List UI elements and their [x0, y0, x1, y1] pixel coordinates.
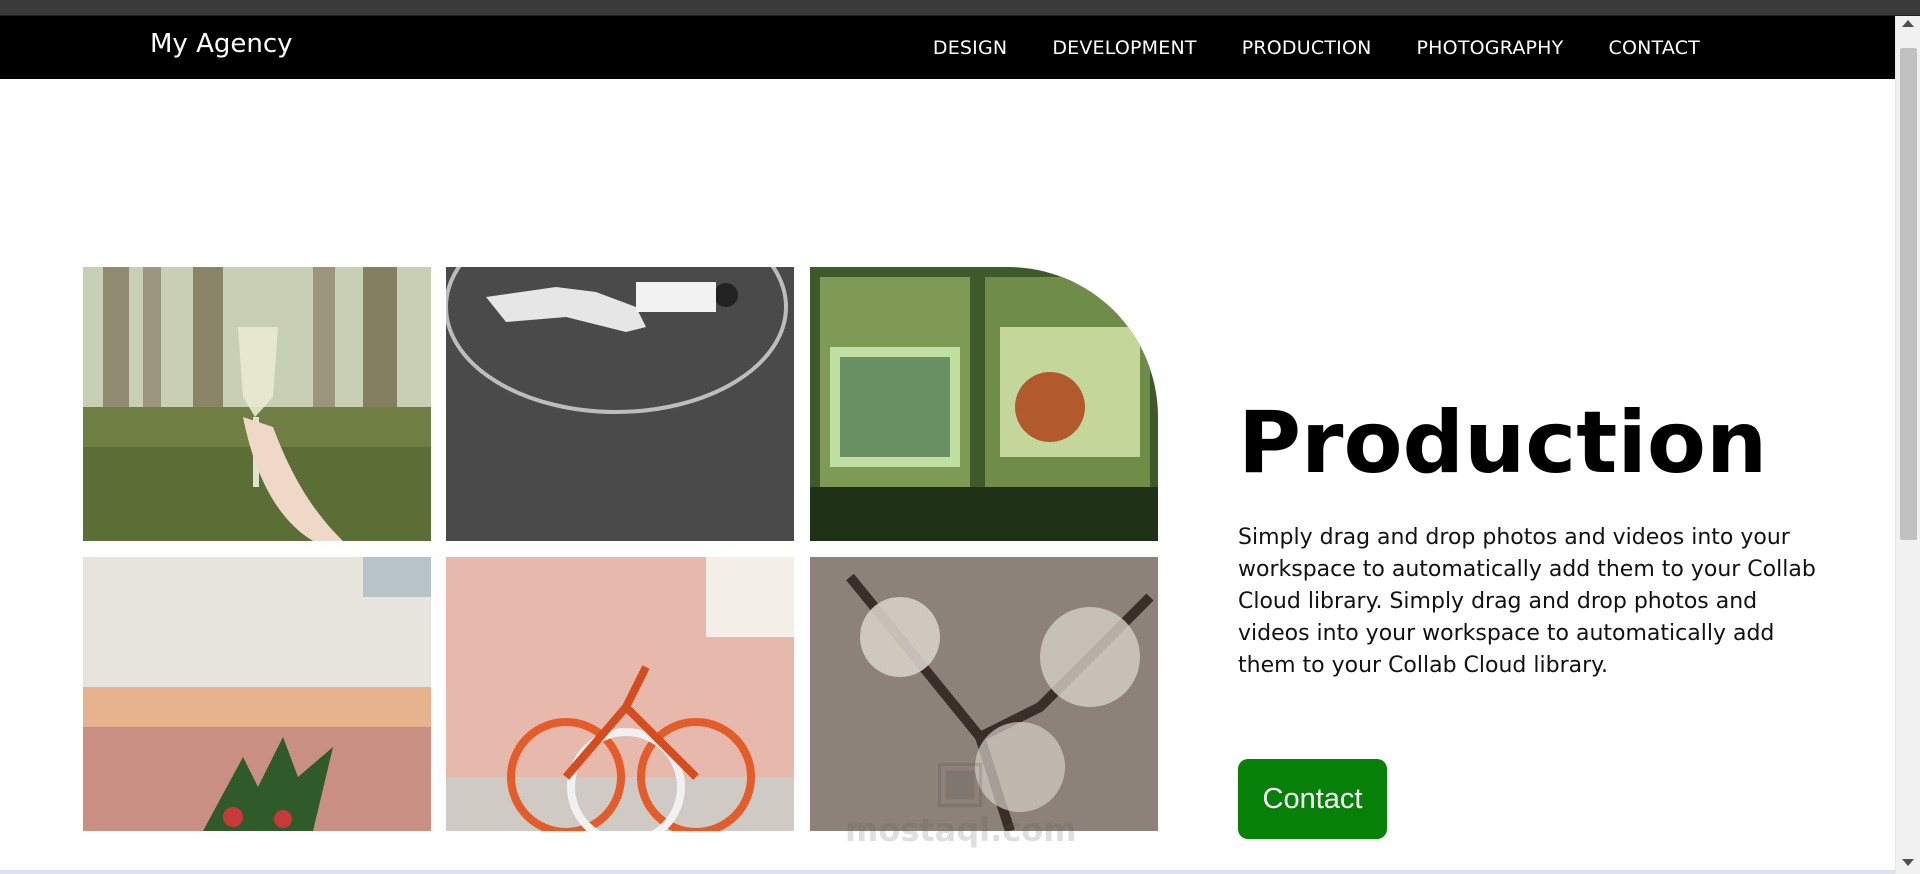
browser-top-strip — [0, 0, 1920, 16]
nav-menu: DESIGN DEVELOPMENT PRODUCTION PHOTOGRAPH… — [933, 16, 1700, 79]
page-title: Production — [1238, 392, 1768, 493]
gallery-image-bicycles — [446, 557, 794, 831]
nav-item-production[interactable]: PRODUCTION — [1242, 37, 1372, 59]
gallery-image-champagne — [83, 267, 431, 541]
brand-link[interactable]: My Agency — [150, 27, 293, 61]
bottom-border — [0, 870, 1895, 874]
nav-item-development[interactable]: DEVELOPMENT — [1052, 37, 1196, 59]
top-navbar: My Agency DESIGN DEVELOPMENT PRODUCTION … — [0, 16, 1895, 79]
gallery-image-pine — [810, 557, 1158, 831]
hero-description: Simply drag and drop photos and videos i… — [1238, 525, 1816, 678]
scroll-thumb[interactable] — [1900, 48, 1917, 540]
scroll-up-icon[interactable] — [1902, 20, 1914, 27]
gallery-image-asphalt-person — [446, 267, 794, 541]
nav-item-contact[interactable]: CONTACT — [1608, 37, 1700, 59]
scroll-down-icon[interactable] — [1902, 859, 1914, 866]
gallery-image-building-plant — [83, 557, 431, 831]
nav-item-photography[interactable]: PHOTOGRAPHY — [1417, 37, 1564, 59]
nav-item-design[interactable]: DESIGN — [933, 37, 1007, 59]
contact-button[interactable]: Contact — [1238, 759, 1387, 839]
vertical-scrollbar[interactable] — [1895, 16, 1920, 874]
gallery-image-subway — [810, 267, 1158, 541]
